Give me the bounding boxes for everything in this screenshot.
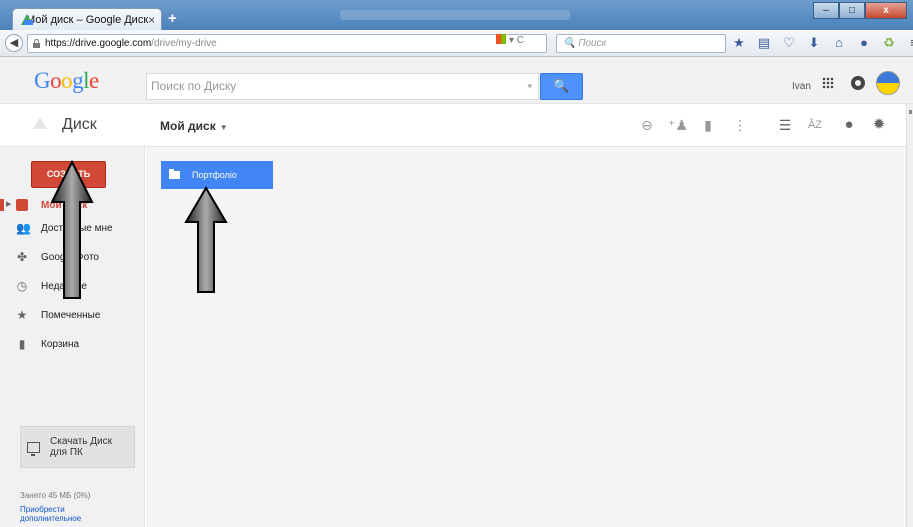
trash-icon[interactable]: ▮ — [699, 116, 717, 134]
pocket-icon[interactable]: ♡ — [782, 35, 796, 51]
storage-info: Занято 45 МБ (0%) Приобрести дополнитель… — [20, 491, 90, 523]
buy-storage-link-cont[interactable]: дополнительное — [20, 514, 90, 523]
chat-icon[interactable]: ● — [857, 35, 871, 51]
trash-icon: ▮ — [18, 337, 26, 351]
drive-icon — [16, 199, 28, 211]
drive-logo-icon — [33, 116, 47, 130]
app-title: Диск — [62, 116, 97, 133]
list-view-icon[interactable]: ☰ — [776, 116, 794, 134]
sidebar-item-trash[interactable]: ▮ Корзина — [0, 334, 145, 354]
address-bar[interactable]: https://drive.google.com/drive/my-drive — [27, 34, 547, 53]
search-options-icon[interactable]: ▾ — [527, 74, 532, 99]
shared-icon: 👥 — [16, 221, 31, 235]
scroll-up-icon[interactable] — [909, 110, 912, 114]
search-button[interactable]: 🔍 — [540, 73, 583, 100]
maximize-button[interactable]: □ — [839, 2, 865, 19]
user-name[interactable]: Ivan — [792, 81, 811, 92]
apps-grid-icon[interactable] — [822, 77, 834, 89]
google-header: Google Поиск по Диску ▾ 🔍 Ivan — [0, 57, 913, 104]
drive-search-input[interactable]: Поиск по Диску ▾ — [146, 73, 539, 100]
clock-icon: ◷ — [16, 279, 28, 293]
site-icon — [496, 34, 506, 44]
info-icon[interactable]: ● — [840, 116, 858, 134]
monitor-icon — [27, 441, 40, 456]
sync-icon[interactable]: ♻ — [882, 35, 896, 51]
drive-toolbar: Диск Мой диск ▼ ⊖ ⁺♟ ▮ ⋮ ☰ ÂZ ● ✹ — [0, 104, 906, 147]
folder-icon — [169, 169, 180, 179]
settings-gear-icon[interactable]: ✹ — [870, 116, 888, 134]
download-icon[interactable]: ⬇ — [807, 35, 821, 51]
chevron-down-icon: ▼ — [219, 123, 228, 132]
new-tab-button[interactable]: + — [168, 10, 177, 27]
browser-titlebar: Мой диск – Google Диск × + – □ x — [0, 0, 913, 30]
browser-navbar: ◀ https://drive.google.com/drive/my-driv… — [0, 30, 913, 57]
search-icon: 🔍 — [553, 78, 570, 93]
window-title-blurred — [340, 10, 570, 20]
link-icon[interactable]: ⊖ — [638, 116, 656, 134]
close-window-button[interactable]: x — [865, 2, 907, 19]
back-button[interactable]: ◀ — [5, 34, 23, 52]
tab-title: Мой диск – Google Диск — [26, 13, 149, 26]
browser-toolbar-icons: ★ ▤ ♡ ⬇ ⌂ ● ♻ ≡ — [732, 35, 913, 51]
browser-search-input[interactable]: 🔍 Поиск — [556, 34, 726, 53]
reading-list-icon[interactable]: ▤ — [757, 35, 771, 51]
reload-dropdown-icon[interactable]: ▾ C — [509, 35, 524, 46]
sort-az-icon[interactable]: ÂZ — [806, 116, 824, 134]
add-person-icon[interactable]: ⁺♟ — [668, 116, 688, 134]
tab-close-icon[interactable]: × — [148, 13, 155, 27]
download-drive-button[interactable]: Скачать Диск для ПК — [20, 426, 135, 468]
file-area[interactable]: Портфоліо — [146, 147, 906, 527]
address-bar-icons: ▾ C — [496, 34, 524, 46]
location-dropdown[interactable]: Мой диск ▼ — [160, 119, 228, 133]
star-icon[interactable]: ★ — [732, 35, 746, 51]
storage-used: Занято 45 МБ (0%) — [20, 491, 91, 500]
home-icon[interactable]: ⌂ — [832, 35, 846, 51]
scrollbar[interactable] — [906, 104, 913, 527]
url-text: https://drive.google.com/drive/my-drive — [45, 38, 217, 49]
avatar[interactable] — [876, 71, 900, 95]
sidebar-item-label: Помеченные — [41, 309, 101, 321]
lock-icon — [32, 39, 41, 48]
folder-name: Портфоліо — [192, 170, 237, 180]
folder-item[interactable]: Портфоліо — [161, 161, 273, 189]
search-placeholder: Поиск по Диску — [151, 79, 237, 93]
buy-storage-link[interactable]: Приобрести — [20, 505, 90, 514]
annotation-arrow-create — [50, 160, 94, 299]
download-drive-label: Скачать Диск для ПК — [50, 436, 113, 458]
minimize-button[interactable]: – — [813, 2, 839, 19]
google-logo[interactable]: Google — [34, 68, 99, 94]
notifications-icon[interactable] — [851, 76, 865, 90]
star-icon: ★ — [16, 308, 28, 322]
annotation-arrow-folder — [184, 186, 228, 293]
browser-tab[interactable]: Мой диск – Google Диск × — [12, 8, 162, 30]
menu-icon[interactable]: ≡ — [907, 35, 913, 51]
sidebar-item-label: Корзина — [41, 338, 80, 350]
photos-icon: ✤ — [16, 250, 28, 264]
sidebar-item-starred[interactable]: ★ Помеченные — [0, 305, 145, 325]
more-actions-icon[interactable]: ⋮ — [731, 116, 749, 134]
window-controls: – □ x — [813, 2, 907, 19]
